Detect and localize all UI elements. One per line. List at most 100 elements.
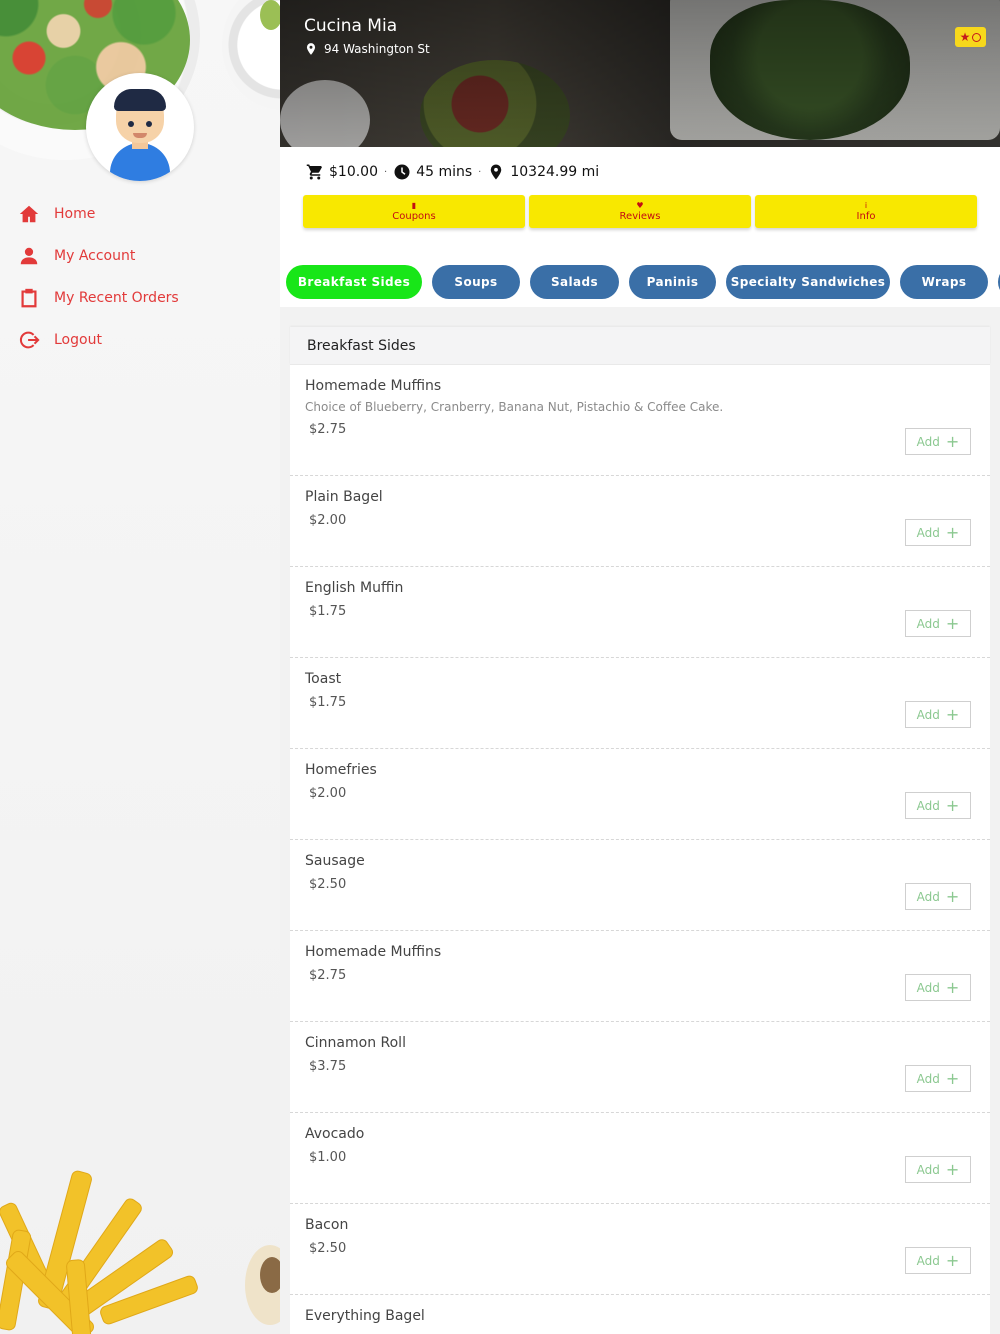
tab-paninis[interactable]: Paninis [629, 265, 716, 299]
plus-icon: + [945, 1068, 960, 1088]
item-name: Avocado [305, 1126, 365, 1142]
distance: 10324.99 mi [487, 163, 599, 181]
item-price: $2.50 [309, 1241, 347, 1256]
avatar[interactable] [86, 73, 194, 181]
add-button[interactable]: Add + [905, 428, 971, 455]
add-button[interactable]: Add + [905, 1156, 971, 1183]
sidebar: Home My Account My Recent Orders Logout [0, 0, 280, 1334]
main-content: Cucina Mia 94 Washington St ★ $10.00 · 4… [280, 0, 1000, 1334]
item-price: $2.00 [309, 513, 347, 528]
logout-icon [19, 331, 40, 349]
item-name: Homemade Muffins [305, 944, 442, 960]
add-button[interactable]: Add + [905, 701, 971, 728]
tab-specialty-sandwiches[interactable]: Specialty Sandwiches [726, 265, 890, 299]
list-item[interactable]: Toast $1.75 Add + [290, 658, 990, 749]
info-label: Info [856, 211, 876, 222]
sidebar-item-home[interactable]: Home [0, 193, 280, 235]
item-price: $1.75 [309, 604, 347, 619]
restaurant-name: Cucina Mia [304, 16, 398, 36]
item-price: $1.75 [309, 695, 347, 710]
sidebar-item-label: Home [54, 206, 96, 222]
circle-icon [972, 32, 982, 42]
coupons-label: Coupons [392, 211, 436, 222]
list-item[interactable]: English Muffin $1.75 Add + [290, 567, 990, 658]
plus-icon: + [945, 886, 960, 906]
add-label: Add [916, 707, 940, 722]
clock-icon [394, 164, 410, 180]
item-name: Everything Bagel [305, 1308, 425, 1324]
list-item[interactable]: Homefries $2.00 Add + [290, 749, 990, 840]
sidebar-item-logout[interactable]: Logout [0, 319, 280, 361]
add-button[interactable]: Add + [905, 792, 971, 819]
add-button[interactable]: Add + [905, 1065, 971, 1092]
tab-wraps[interactable]: Wraps [900, 265, 988, 299]
plus-icon: + [945, 1159, 960, 1179]
add-label: Add [916, 889, 940, 904]
add-label: Add [916, 980, 940, 995]
sidebar-item-label: Logout [54, 332, 102, 348]
category-tabs: Breakfast Sides Soups Salads Paninis Spe… [286, 265, 1000, 299]
time-text: 45 mins [416, 164, 473, 180]
list-item[interactable]: Avocado $1.00 Add + [290, 1113, 990, 1204]
clipboard-icon [21, 288, 37, 308]
item-name: Bacon [305, 1217, 349, 1233]
add-label: Add [916, 1162, 940, 1177]
add-button[interactable]: Add + [905, 974, 971, 1001]
sidebar-item-recent-orders[interactable]: My Recent Orders [0, 277, 280, 319]
item-price: $2.75 [309, 968, 347, 983]
side-plate-image [222, 0, 280, 110]
item-name: English Muffin [305, 580, 404, 596]
add-label: Add [916, 434, 940, 449]
section-title: Breakfast Sides [290, 327, 990, 365]
action-buttons: ▮ Coupons ♥ Reviews i Info [303, 195, 981, 228]
plus-icon: + [945, 1250, 960, 1270]
add-button[interactable]: Add + [905, 519, 971, 546]
delivery-time: 45 mins [393, 163, 472, 181]
person-icon [20, 247, 38, 265]
list-item[interactable]: Homemade Muffins Choice of Blueberry, Cr… [290, 365, 990, 476]
list-item[interactable]: Homemade Muffins $2.75 Add + [290, 931, 990, 1022]
tab-soups[interactable]: Soups [432, 265, 520, 299]
sidebar-item-my-account[interactable]: My Account [0, 235, 280, 277]
coupons-button[interactable]: ▮ Coupons [303, 195, 525, 228]
restaurant-info-panel: $10.00 · 45 mins · 10324.99 mi ▮ Coupons… [280, 147, 1000, 307]
plus-icon: + [945, 977, 960, 997]
bookmark-icon: ▮ [411, 201, 417, 210]
tab-breakfast-sides[interactable]: Breakfast Sides [286, 265, 422, 299]
plus-icon: + [945, 431, 960, 451]
item-name: Homefries [305, 762, 377, 778]
separator: · [384, 166, 388, 178]
plus-icon: + [945, 795, 960, 815]
rating-badge[interactable]: ★ [955, 27, 986, 47]
item-price: $3.75 [309, 1059, 347, 1074]
sidebar-item-label: My Recent Orders [54, 290, 179, 306]
sidebar-menu: Home My Account My Recent Orders Logout [0, 193, 280, 361]
tab-salads[interactable]: Salads [530, 265, 619, 299]
list-item[interactable]: Bacon $2.50 Add + [290, 1204, 990, 1295]
add-button[interactable]: Add + [905, 610, 971, 637]
info-button[interactable]: i Info [755, 195, 977, 228]
add-button[interactable]: Add + [905, 883, 971, 910]
add-label: Add [916, 616, 940, 631]
item-name: Cinnamon Roll [305, 1035, 406, 1051]
plus-icon: + [945, 522, 960, 542]
list-item[interactable]: Everything Bagel [290, 1295, 990, 1334]
menu-list: Breakfast Sides Homemade Muffins Choice … [290, 327, 990, 1334]
distance-text: 10324.99 mi [510, 164, 600, 180]
item-price: $2.50 [309, 877, 347, 892]
order-minimum: $10.00 [306, 163, 378, 181]
price-text: $10.00 [329, 164, 378, 180]
list-item[interactable]: Plain Bagel $2.00 Add + [290, 476, 990, 567]
restaurant-address-text: 94 Washington St [324, 42, 430, 56]
plus-icon: + [945, 613, 960, 633]
list-item[interactable]: Cinnamon Roll $3.75 Add + [290, 1022, 990, 1113]
reviews-button[interactable]: ♥ Reviews [529, 195, 751, 228]
sidebar-item-label: My Account [54, 248, 136, 264]
cart-icon [306, 164, 322, 180]
reviews-label: Reviews [619, 211, 661, 222]
add-label: Add [916, 1071, 940, 1086]
restaurant-banner: Cucina Mia 94 Washington St ★ [280, 0, 1000, 147]
list-item[interactable]: Sausage $2.50 Add + [290, 840, 990, 931]
add-button[interactable]: Add + [905, 1247, 971, 1274]
info-icon: i [864, 201, 868, 210]
